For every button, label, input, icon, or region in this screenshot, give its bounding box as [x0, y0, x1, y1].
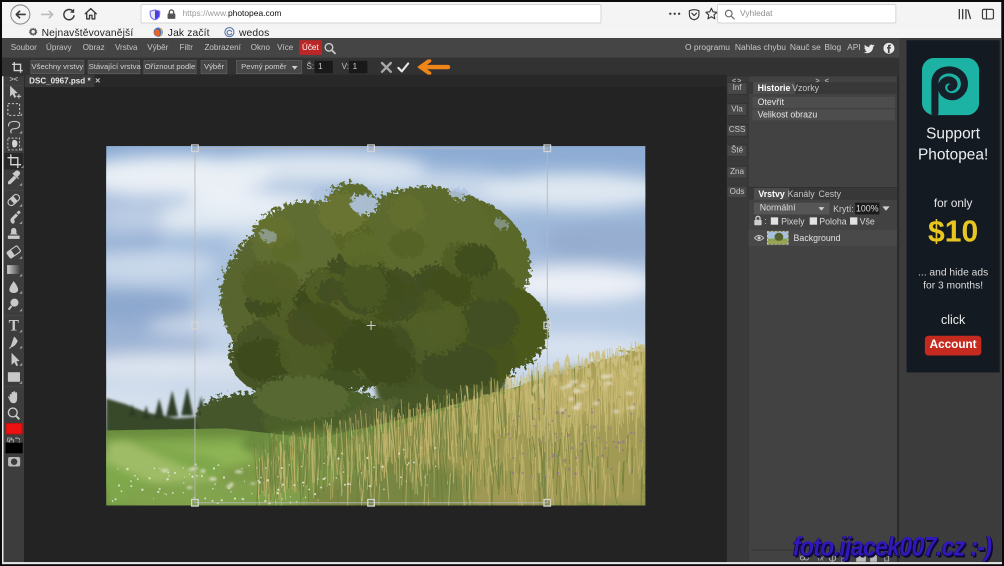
- svg-text:T: T: [9, 318, 20, 335]
- svg-text:><: ><: [9, 76, 18, 83]
